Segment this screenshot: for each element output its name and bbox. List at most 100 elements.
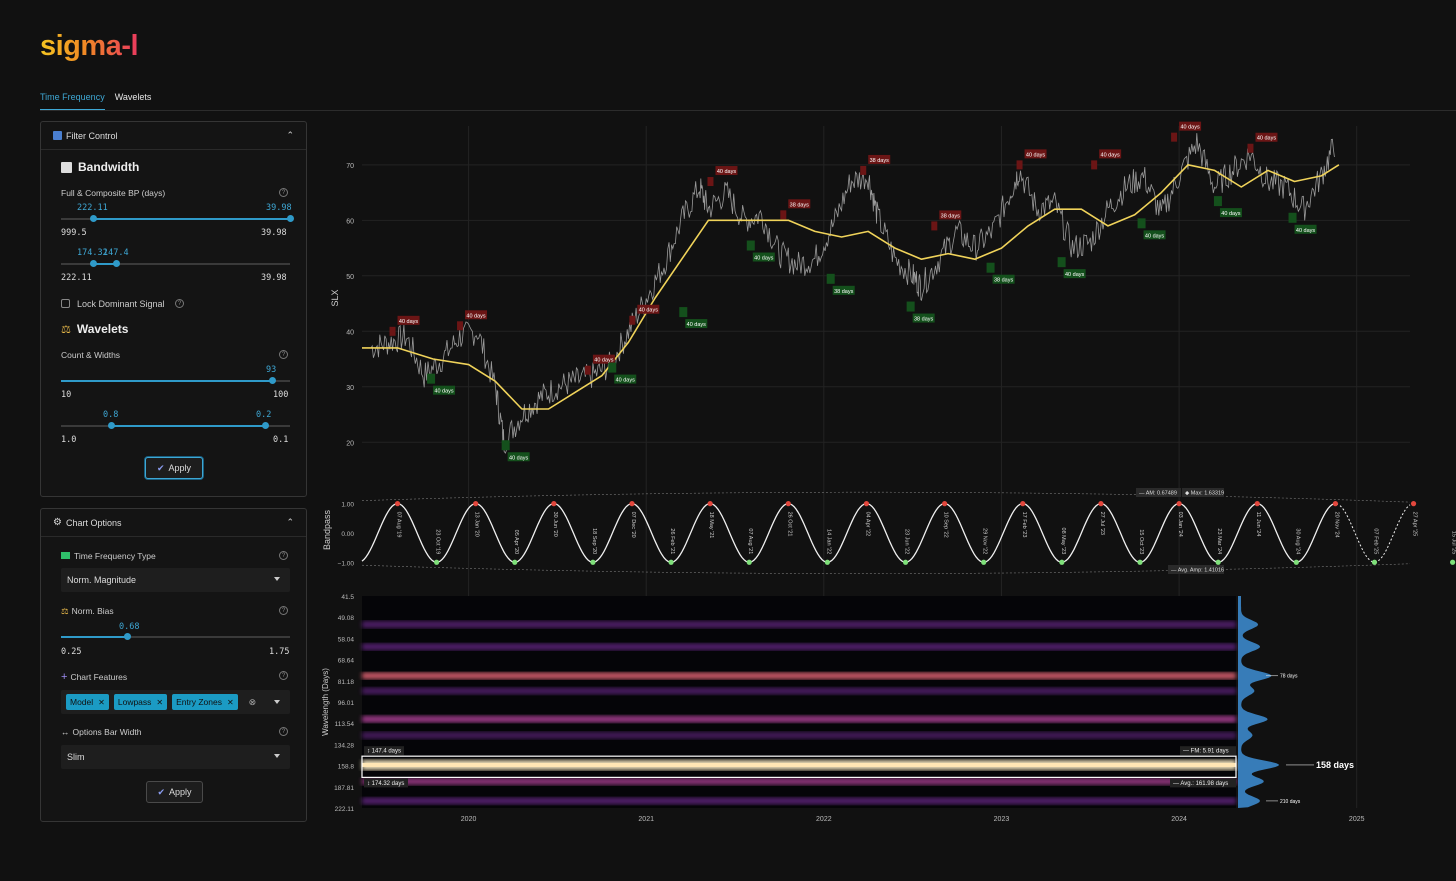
tab-time-frequency[interactable]: Time Frequency xyxy=(40,92,105,110)
tab-divider xyxy=(40,110,1456,111)
wavelet-width-high-handle[interactable] xyxy=(261,422,269,429)
trough-marker xyxy=(1450,559,1456,565)
chart-apply-button[interactable]: ✔ Apply xyxy=(146,781,203,803)
wavelet-width-slider[interactable] xyxy=(61,420,290,432)
chart-options-panel: ⚙ Chart Options ⌃ Time Frequency Type ? … xyxy=(40,508,307,822)
tf-type-select[interactable]: Norm. Magnitude xyxy=(61,568,290,592)
trough-date-label: 23 Jun '22 xyxy=(904,529,910,554)
remove-icon[interactable]: ✕ xyxy=(227,698,234,707)
help-icon[interactable]: ? xyxy=(279,671,288,680)
trough-zone-marker xyxy=(826,273,835,284)
x-year-label: 2023 xyxy=(994,816,1010,823)
norm-bias-handle[interactable] xyxy=(124,633,132,640)
trough-date-label: 05 Apr '20 xyxy=(513,530,519,555)
scale-icon: ⚖ xyxy=(61,323,71,336)
resize-horizontal-icon: ↔ xyxy=(61,727,70,737)
y-tick-label: 40 xyxy=(346,329,354,336)
bandpass-max-stat: ◆ Max: 1.63319 xyxy=(1185,491,1224,497)
peak-date-label: 03 Jan '24 xyxy=(1177,512,1183,537)
chevron-up-icon[interactable]: ⌃ xyxy=(286,517,294,528)
bp-slider1-min: 999.5 xyxy=(61,228,87,238)
bandpass-lower-envelope xyxy=(361,563,1411,574)
trough-zone-label: 40 days xyxy=(509,455,529,461)
bp-slider1[interactable] xyxy=(61,213,294,225)
heatmap-band xyxy=(362,777,1236,785)
bandpass-y-tick: 1.00 xyxy=(341,502,354,509)
peak-date-label: 10 Sep '22 xyxy=(943,512,949,538)
feature-tag-model[interactable]: Model ✕ xyxy=(66,694,109,710)
feature-tag-lowpass[interactable]: Lowpass ✕ xyxy=(113,694,168,710)
bandpass-y-tick: 0.00 xyxy=(341,531,354,538)
chart-options-header[interactable]: ⚙ Chart Options ⌃ xyxy=(41,509,306,537)
help-icon[interactable]: ? xyxy=(175,299,184,308)
peak-zone-marker xyxy=(860,165,867,175)
clear-all-icon[interactable]: ⊗ xyxy=(249,697,257,708)
wv-slider2-max: 0.1 xyxy=(273,435,289,445)
heatmap-y-tick: 58.04 xyxy=(338,636,355,643)
peak-zone-label: 40 days xyxy=(639,308,659,314)
feature-tag-entry-zones[interactable]: Entry Zones ✕ xyxy=(172,694,238,710)
filter-control-header[interactable]: Filter Control ⌃ xyxy=(41,122,306,150)
lock-dominant-checkbox[interactable] xyxy=(61,299,70,308)
chevron-up-icon[interactable]: ⌃ xyxy=(286,130,294,141)
filter-apply-button[interactable]: ✔ Apply xyxy=(145,457,203,479)
chart-area[interactable]: 20 30 40 50 60 70 SLX 40 days 40 days 40 days 40 d… xyxy=(310,118,1456,828)
features-multiselect[interactable]: Model ✕ Lowpass ✕ Entry Zones ✕ ⊗ xyxy=(61,690,290,714)
peak-date-label: 27 Apr '25 xyxy=(1412,512,1418,537)
peak-date-label: 18 May '21 xyxy=(708,512,714,539)
help-icon[interactable]: ? xyxy=(279,188,288,197)
selection-upper-label: ↕ 147.4 days xyxy=(367,749,401,755)
peak-zone-marker xyxy=(1091,160,1098,170)
wavelet-width-low-handle[interactable] xyxy=(108,422,116,429)
peak-marker xyxy=(1254,501,1260,507)
bandwidth-label: Full & Composite BP (days) xyxy=(61,188,166,198)
trough-date-label: 07 Feb '25 xyxy=(1372,528,1378,554)
trough-zone-marker xyxy=(679,307,688,318)
help-icon[interactable]: ? xyxy=(279,606,288,615)
peak-zone-label: 40 days xyxy=(1101,152,1121,158)
heatmap-band xyxy=(362,797,1236,805)
peak-date-label: 13 Jan '20 xyxy=(474,512,480,537)
trough-zone-label: 38 days xyxy=(994,278,1014,284)
help-icon[interactable]: ? xyxy=(279,350,288,359)
peak-zone-marker xyxy=(389,326,396,336)
remove-icon[interactable]: ✕ xyxy=(156,698,163,707)
trough-date-label: 08 May '23 xyxy=(1060,528,1066,555)
bp-slider2-high-handle[interactable] xyxy=(112,260,120,267)
help-icon[interactable]: ? xyxy=(279,551,288,560)
peak-marker xyxy=(785,501,791,507)
logo: sigma-l xyxy=(40,30,139,62)
spectrum-peak-label: 158 days xyxy=(1316,760,1354,770)
trough-zone-marker xyxy=(427,373,436,384)
trough-zone-marker xyxy=(746,240,755,251)
norm-bias-slider[interactable] xyxy=(61,631,290,643)
x-year-label: 2021 xyxy=(638,816,654,823)
bar-width-label-text: Options Bar Width xyxy=(72,727,142,737)
trough-marker xyxy=(434,559,440,565)
wavelet-count-handle[interactable] xyxy=(268,377,276,384)
peak-zone-label: 40 days xyxy=(1026,152,1046,158)
bar-width-select[interactable]: Slim xyxy=(61,745,290,769)
peak-zone-marker xyxy=(1016,160,1023,170)
bp-slider1-low-handle[interactable] xyxy=(90,215,98,222)
wavelet-count-slider[interactable] xyxy=(61,375,290,387)
trough-zone-marker xyxy=(1213,196,1222,207)
trough-zone-label: 40 days xyxy=(434,389,454,395)
bp-slider1-high-handle[interactable] xyxy=(287,215,294,222)
tab-wavelets[interactable]: Wavelets xyxy=(115,92,152,110)
y-tick-label: 70 xyxy=(346,163,354,170)
bp-slider2-low-handle[interactable] xyxy=(90,260,98,267)
help-icon[interactable]: ? xyxy=(279,727,288,736)
feature-tag-text: Model xyxy=(70,697,94,707)
filter-control-title: Filter Control xyxy=(66,130,118,141)
bp-slider2[interactable] xyxy=(61,258,290,270)
trough-marker xyxy=(824,559,830,565)
wv-slider2-high-value: 0.2 xyxy=(256,410,272,420)
trough-date-label: 18 Sep '20 xyxy=(591,528,597,554)
peak-date-label: 04 Apr '22 xyxy=(864,512,870,537)
remove-icon[interactable]: ✕ xyxy=(98,698,105,707)
peak-zone-label: 40 days xyxy=(1257,136,1277,142)
heatmap-y-tick: 187.81 xyxy=(334,785,354,792)
heatmap-band xyxy=(362,715,1236,723)
heatmap-y-tick: 222.11 xyxy=(335,806,355,813)
